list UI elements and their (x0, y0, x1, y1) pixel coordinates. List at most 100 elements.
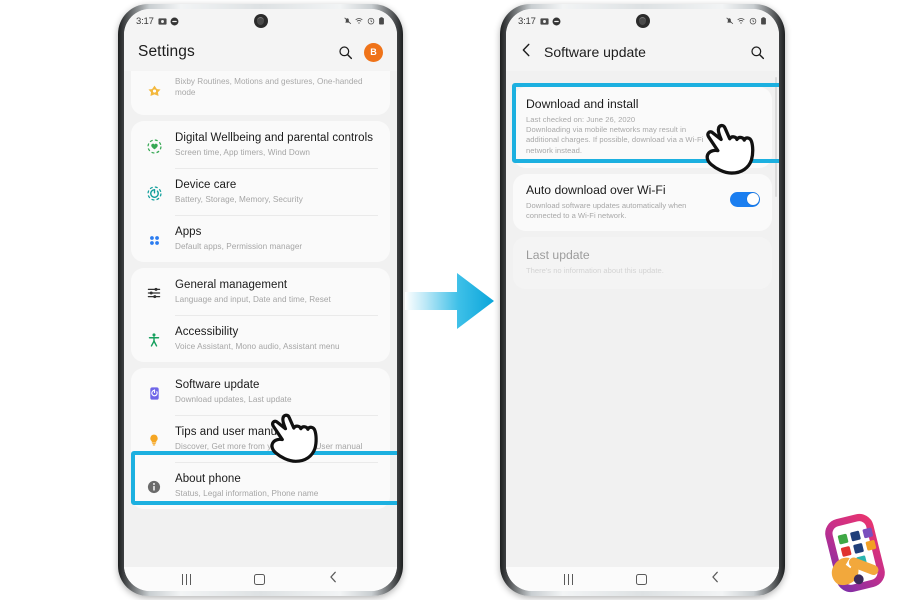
back-icon[interactable] (328, 570, 339, 588)
status-left-icons (540, 17, 561, 26)
wifi-icon (355, 18, 363, 24)
back-icon[interactable] (710, 570, 721, 588)
about-phone-icon (141, 474, 167, 500)
sidebar-item-about-phone[interactable]: About phone Status, Legal information, P… (131, 462, 390, 509)
settings-card-group-1: Digital Wellbeing and parental controls … (131, 121, 390, 262)
settings-card-partial: Bixby Routines, Motions and gestures, On… (131, 71, 390, 115)
auto-download-row[interactable]: Auto download over Wi-Fi Download softwa… (513, 174, 772, 231)
mute-bell-icon (725, 17, 733, 25)
mute-icon (552, 17, 561, 25)
list-item-subtitle: Bixby Routines, Motions and gestures, On… (175, 77, 363, 97)
list-item-text: Software update Download updates, Last u… (175, 377, 378, 405)
list-item-text: Bixby Routines, Motions and gestures, On… (175, 75, 378, 98)
sidebar-item-software-update[interactable]: Software update Download updates, Last u… (131, 368, 390, 415)
status-time: 3:17 (136, 15, 154, 27)
scroll-indicator[interactable] (775, 77, 777, 197)
last-update-card[interactable]: Last update There's no information about… (513, 237, 772, 290)
list-item-text: General management Language and input, D… (175, 277, 378, 305)
status-right-icons (725, 17, 768, 25)
list-item-title: About phone (175, 473, 241, 485)
download-and-install-card[interactable]: Download and install Last checked on: Ju… (513, 87, 772, 168)
list-item-subtitle: Status, Legal information, Phone name (175, 488, 319, 498)
list-item-subtitle: Language and input, Date and time, Reset (175, 294, 331, 304)
accessibility-icon (141, 327, 167, 353)
device-care-icon (141, 180, 167, 206)
front-camera-punchhole (635, 14, 650, 28)
bixby-advanced-features-icon (141, 78, 167, 104)
sidebar-item-device-care[interactable]: Device care Battery, Storage, Memory, Se… (131, 168, 390, 215)
software-update-header: Software update (506, 33, 779, 71)
sidebar-item-apps[interactable]: Apps Default apps, Permission manager (131, 215, 390, 262)
software-update-icon (141, 380, 167, 406)
download-description: Downloading via mobile networks may resu… (526, 125, 704, 155)
auto-download-subtitle: Download software updates automatically … (526, 200, 687, 221)
flow-arrow-right (405, 273, 494, 329)
left-status-bar: 3:17 (124, 9, 397, 33)
mute-icon (170, 17, 179, 25)
left-phone-screen: 3:17 Settings B Bixby Routines, Motions … (124, 9, 397, 591)
list-item-title: Accessibility (175, 326, 239, 338)
list-item-subtitle: Screen time, App timers, Wind Down (175, 147, 311, 157)
right-phone-device: 3:17 Software update Download and instal… (500, 4, 785, 596)
status-left-icons (158, 17, 179, 26)
list-item-text: Digital Wellbeing and parental controls … (175, 130, 378, 158)
list-item[interactable]: Bixby Routines, Motions and gestures, On… (131, 71, 390, 115)
last-update-subtitle: There's no information about this update… (526, 266, 664, 276)
sidebar-item-tips[interactable]: Tips and user manual Discover, Get more … (131, 415, 390, 462)
last-checked-text: Last checked on: June 26, 2020 (526, 115, 636, 124)
auto-download-title: Auto download over Wi-Fi (526, 182, 666, 197)
wifi-icon (737, 18, 745, 24)
sidebar-item-accessibility[interactable]: Accessibility Voice Assistant, Mono audi… (131, 315, 390, 362)
download-and-install-title: Download and install (526, 97, 639, 111)
list-item-subtitle: Download updates, Last update (175, 394, 292, 404)
auto-download-toggle[interactable] (730, 191, 760, 207)
settings-list[interactable]: Bixby Routines, Motions and gestures, On… (124, 71, 397, 591)
search-icon[interactable] (750, 45, 765, 60)
alarm-icon (749, 17, 756, 25)
list-item-text: Apps Default apps, Permission manager (175, 224, 378, 252)
software-update-content[interactable]: Download and install Last checked on: Ju… (506, 71, 779, 591)
screenshot-icon (540, 17, 549, 25)
left-nav-bar (124, 567, 397, 591)
digital-wellbeing-icon (141, 133, 167, 159)
front-camera-punchhole (253, 14, 268, 28)
list-item-title: Digital Wellbeing and parental controls (175, 132, 373, 144)
last-update-title: Last update (526, 248, 590, 263)
page-title: Software update (544, 44, 646, 60)
general-management-icon (141, 280, 167, 306)
list-item-text: Accessibility Voice Assistant, Mono audi… (175, 324, 378, 352)
avatar[interactable]: B (364, 42, 383, 62)
settings-header: Settings B (124, 33, 397, 71)
list-item-title: Apps (175, 226, 202, 238)
home-icon[interactable] (636, 573, 648, 585)
list-item-subtitle: Default apps, Permission manager (175, 241, 303, 251)
sidebar-item-general-management[interactable]: General management Language and input, D… (131, 268, 390, 315)
screenshot-icon (158, 17, 167, 25)
list-item-subtitle: Voice Assistant, Mono audio, Assistant m… (175, 341, 340, 351)
right-status-bar: 3:17 (506, 9, 779, 33)
settings-card-group-3: Software update Download updates, Last u… (131, 368, 390, 509)
tips-icon (141, 427, 167, 453)
right-phone-screen: 3:17 Software update Download and instal… (506, 9, 779, 591)
auto-download-card[interactable]: Auto download over Wi-Fi Download softwa… (513, 173, 772, 232)
battery-icon (761, 17, 766, 25)
back-chevron-icon[interactable] (520, 43, 533, 62)
list-item-title: General management (175, 279, 288, 291)
left-phone-device: 3:17 Settings B Bixby Routines, Motions … (118, 4, 403, 596)
mute-bell-icon (343, 17, 351, 25)
app-repair-logo (825, 513, 885, 593)
screenshot-stage: 3:17 Settings B Bixby Routines, Motions … (0, 0, 900, 600)
sidebar-item-digital-wellbeing[interactable]: Digital Wellbeing and parental controls … (131, 121, 390, 168)
settings-card-group-2: General management Language and input, D… (131, 268, 390, 362)
search-icon[interactable] (338, 45, 353, 60)
list-item-text: About phone Status, Legal information, P… (175, 471, 378, 499)
recents-icon[interactable] (181, 573, 192, 585)
last-update-inner: Last update There's no information about… (513, 237, 772, 289)
list-item-text: Device care Battery, Storage, Memory, Se… (175, 177, 378, 205)
recents-icon[interactable] (563, 573, 574, 585)
list-item-title: Device care (175, 179, 237, 191)
list-item-text: Tips and user manual Discover, Get more … (175, 424, 378, 452)
page-title: Settings (138, 43, 195, 60)
apps-icon (141, 227, 167, 253)
home-icon[interactable] (254, 573, 266, 585)
